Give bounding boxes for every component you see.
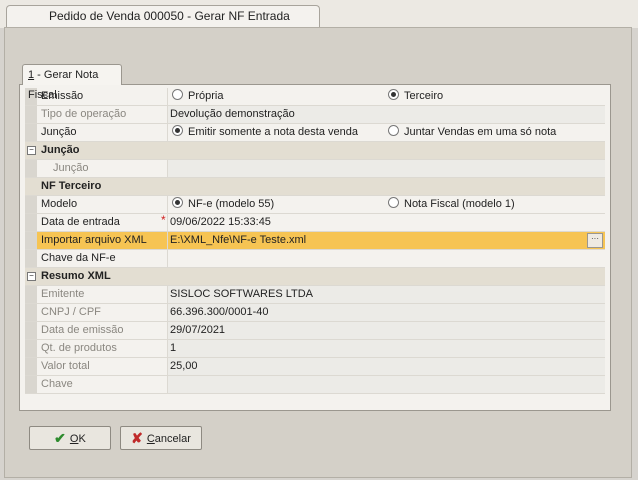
qt-produtos-label: Qt. de produtos xyxy=(41,342,117,354)
data-entrada-label: Data de entrada xyxy=(41,216,120,228)
section-nf-terceiro-title: NF Terceiro xyxy=(41,180,102,192)
property-grid: Emissão Própria Terceiro Tipo de operaçã… xyxy=(25,88,605,394)
juncao-field-value xyxy=(167,160,605,177)
row-chave-nfe: Chave da NF-e xyxy=(25,250,605,268)
emissao-value: Própria Terceiro xyxy=(167,88,605,105)
data-entrada-value[interactable]: * 09/06/2022 15:33:45 xyxy=(161,213,605,231)
juncao-field-label: Junção xyxy=(53,162,89,174)
ellipsis-icon[interactable]: ··· xyxy=(587,233,603,248)
emissao-terceiro-option[interactable]: Terceiro xyxy=(388,88,443,105)
cancel-button[interactable]: ✘ Cancelar xyxy=(120,426,202,450)
row-data-entrada: Data de entrada * 09/06/2022 15:33:45 xyxy=(25,213,605,232)
modelo-nota-fiscal-option[interactable]: Nota Fiscal (modelo 1) xyxy=(388,196,515,213)
window-tab[interactable]: Pedido de Venda 000050 - Gerar NF Entrad… xyxy=(6,5,320,27)
window-title: Pedido de Venda 000050 - Gerar NF Entrad… xyxy=(49,9,290,23)
minus-icon[interactable]: − xyxy=(27,146,36,155)
cancel-button-label: ancelar xyxy=(154,433,191,445)
row-qt-produtos: Qt. de produtos 1 xyxy=(25,340,605,358)
row-importar-xml: Importar arquivo XML ··· xyxy=(25,232,605,250)
data-emissao-label: Data de emissão xyxy=(41,324,124,336)
radio-emitir-somente[interactable] xyxy=(172,125,183,136)
required-asterisk: * xyxy=(161,213,166,227)
section-resumo-xml-header[interactable]: − Resumo XML xyxy=(25,268,605,286)
row-juncao-field: Junção xyxy=(25,160,605,178)
x-icon: ✘ xyxy=(131,430,143,446)
property-panel: Emissão Própria Terceiro Tipo de operaçã… xyxy=(19,84,611,411)
row-modelo: Modelo NF-e (modelo 55) Nota Fiscal (mod… xyxy=(25,196,605,214)
check-icon: ✔ xyxy=(54,430,66,446)
section-juncao-header[interactable]: − Junção xyxy=(25,142,605,160)
radio-terceiro[interactable] xyxy=(388,89,399,100)
row-valor-total: Valor total 25,00 xyxy=(25,358,605,376)
chave-nfe-value[interactable] xyxy=(167,250,605,267)
importar-xml-value: ··· xyxy=(167,232,605,249)
radio-juntar-vendas[interactable] xyxy=(388,125,399,136)
juncao-juntar-option[interactable]: Juntar Vendas em uma só nota xyxy=(388,124,556,141)
chave-label: Chave xyxy=(41,378,73,390)
juncao-label: Junção xyxy=(41,126,77,138)
qt-produtos-value: 1 xyxy=(167,340,605,357)
radio-propria[interactable] xyxy=(172,89,183,100)
ok-button[interactable]: ✔ OK xyxy=(29,426,111,450)
tab-gerar-nota-fiscal[interactable]: 1 - Gerar Nota Fiscal xyxy=(22,64,122,101)
row-cnpj: CNPJ / CPF 66.396.300/0001-40 xyxy=(25,304,605,322)
row-data-emissao: Data de emissão 29/07/2021 xyxy=(25,322,605,340)
juncao-value: Emitir somente a nota desta venda Juntar… xyxy=(167,124,605,141)
section-juncao-title: Junção xyxy=(41,144,80,156)
modelo-nfe-option[interactable]: NF-e (modelo 55) xyxy=(172,196,274,213)
modelo-value: NF-e (modelo 55) Nota Fiscal (modelo 1) xyxy=(167,196,605,213)
minus-icon[interactable]: − xyxy=(27,272,36,281)
radio-nfe-modelo-55[interactable] xyxy=(172,197,183,208)
emissao-propria-option[interactable]: Própria xyxy=(172,88,223,105)
row-tipo-operacao: Tipo de operação Devolução demonstração xyxy=(25,106,605,124)
data-emissao-value: 29/07/2021 xyxy=(167,322,605,339)
chave-value xyxy=(167,376,605,393)
valor-total-label: Valor total xyxy=(41,360,90,372)
importar-xml-label: Importar arquivo XML xyxy=(37,232,167,249)
row-emissao: Emissão Própria Terceiro xyxy=(25,88,605,106)
section-nf-terceiro-header[interactable]: NF Terceiro xyxy=(25,178,605,196)
emitente-label: Emitente xyxy=(41,288,85,300)
emissao-label: Emissão xyxy=(41,90,84,102)
juncao-emitir-option[interactable]: Emitir somente a nota desta venda xyxy=(172,124,358,141)
row-chave: Chave xyxy=(25,376,605,394)
row-juncao: Junção Emitir somente a nota desta venda… xyxy=(25,124,605,142)
valor-total-value: 25,00 xyxy=(167,358,605,375)
cnpj-value: 66.396.300/0001-40 xyxy=(167,304,605,321)
tipo-operacao-value: Devolução demonstração xyxy=(167,106,605,123)
radio-nota-fiscal-modelo-1[interactable] xyxy=(388,197,399,208)
cnpj-label: CNPJ / CPF xyxy=(41,306,101,318)
modelo-label: Modelo xyxy=(41,198,78,210)
tipo-operacao-label: Tipo de operação xyxy=(41,108,127,120)
chave-nfe-label: Chave da NF-e xyxy=(41,252,116,264)
cancel-button-accel: C xyxy=(146,433,155,445)
importar-xml-input[interactable] xyxy=(168,232,592,248)
data-entrada-text: 09/06/2022 15:33:45 xyxy=(170,216,271,228)
section-resumo-xml-title: Resumo XML xyxy=(41,270,111,282)
emitente-value: SISLOC SOFTWARES LTDA xyxy=(167,286,605,303)
ok-button-label: K xyxy=(78,433,86,445)
row-emitente: Emitente SISLOC SOFTWARES LTDA xyxy=(25,286,605,304)
